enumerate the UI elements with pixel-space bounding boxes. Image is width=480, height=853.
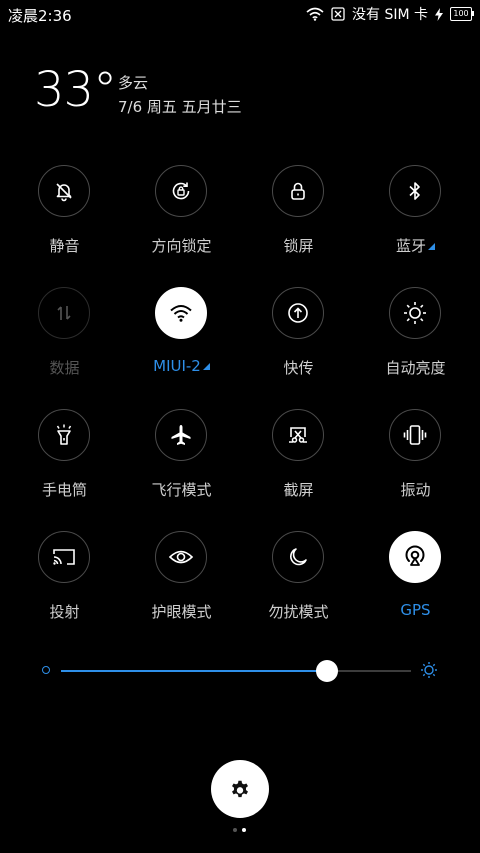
tile-bluetooth-label: 蓝牙 xyxy=(357,235,474,256)
tile-lock-screen-label: 锁屏 xyxy=(283,237,314,255)
brightness-thumb[interactable] xyxy=(316,660,338,682)
status-icons: 没有 SIM 卡 100 xyxy=(306,4,474,24)
tile-quick-transfer-label: 快传 xyxy=(283,359,314,377)
tile-vibrate-label: 振动 xyxy=(400,481,431,499)
tile-bluetooth-text: 蓝牙 xyxy=(395,237,426,255)
expand-indicator-icon[interactable] xyxy=(428,243,435,250)
tile-mobile-data-label: 数据 xyxy=(49,359,80,377)
tile-vibrate-button[interactable] xyxy=(389,409,441,461)
mobile-data-icon xyxy=(57,306,71,320)
tile-mobile-data-button[interactable] xyxy=(38,287,90,339)
status-time: 凌晨2:36 xyxy=(8,7,72,25)
cast-icon xyxy=(53,549,75,565)
weather-date: 7/6 周五 五月廿三 xyxy=(118,98,242,116)
quick-transfer-icon xyxy=(288,303,308,323)
settings-button[interactable] xyxy=(211,760,269,818)
temperature: 33° xyxy=(34,62,117,118)
page-dot[interactable] xyxy=(233,828,237,832)
eye-icon xyxy=(168,550,194,564)
lock-icon xyxy=(291,182,305,200)
tile-silent-label: 静音 xyxy=(49,237,80,255)
page-dot-active[interactable] xyxy=(242,828,246,832)
expand-indicator-icon[interactable] xyxy=(202,363,210,370)
brightness-high-icon xyxy=(420,661,438,683)
bell-off-icon xyxy=(56,183,72,202)
charging-icon xyxy=(435,7,443,21)
status-bar: 凌晨2:36 没有 SIM 卡 100 xyxy=(0,0,480,28)
tile-wifi-button[interactable] xyxy=(155,287,207,339)
page-indicator xyxy=(233,828,246,832)
brightness-track[interactable] xyxy=(61,660,411,682)
tile-auto-brightness-label: 自动亮度 xyxy=(385,359,446,377)
weather-widget[interactable]: 33° 多云 7/6 周五 五月廿三 xyxy=(34,62,242,118)
tile-auto-brightness-button[interactable] xyxy=(389,287,441,339)
tile-flashlight-button[interactable] xyxy=(38,409,90,461)
auto-brightness-icon xyxy=(404,302,426,324)
tile-rotation-lock-button[interactable] xyxy=(155,165,207,217)
brightness-low-icon xyxy=(42,666,50,674)
wifi-icon xyxy=(170,305,192,322)
tile-lock-screen-button[interactable] xyxy=(272,165,324,217)
carrier-text: 没有 SIM 卡 xyxy=(352,7,428,23)
airplane-icon xyxy=(171,425,191,445)
battery-icon: 100 xyxy=(450,7,474,21)
tile-eye-care-label: 护眼模式 xyxy=(151,603,212,621)
tile-silent-button[interactable] xyxy=(38,165,90,217)
bluetooth-icon xyxy=(409,182,420,200)
weather-condition: 多云 xyxy=(118,74,149,92)
wifi-icon xyxy=(306,7,324,21)
vibrate-icon xyxy=(403,425,427,445)
tile-flashlight-label: 手电筒 xyxy=(41,481,87,499)
tile-cast-button[interactable] xyxy=(38,531,90,583)
tile-screenshot-label: 截屏 xyxy=(283,481,314,499)
gps-icon xyxy=(405,545,425,566)
rotation-lock-icon xyxy=(172,182,190,200)
tile-airplane-mode-label: 飞行模式 xyxy=(151,481,212,499)
tile-gps-button[interactable] xyxy=(389,531,441,583)
tile-bluetooth-button[interactable] xyxy=(389,165,441,217)
tile-do-not-disturb-button[interactable] xyxy=(272,531,324,583)
tile-airplane-mode-button[interactable] xyxy=(155,409,207,461)
screenshot-icon xyxy=(289,427,307,443)
tile-wifi-label: MIUI-2 xyxy=(123,357,240,375)
brightness-slider[interactable] xyxy=(36,655,444,685)
flashlight-icon xyxy=(56,424,72,445)
brightness-fill xyxy=(61,670,327,672)
moon-icon xyxy=(290,548,307,566)
tile-do-not-disturb-label: 勿扰模式 xyxy=(268,603,329,621)
tile-eye-care-button[interactable] xyxy=(155,531,207,583)
tile-quick-transfer-button[interactable] xyxy=(272,287,324,339)
no-sim-icon xyxy=(331,7,345,21)
tile-rotation-lock-label: 方向锁定 xyxy=(151,237,212,255)
tile-gps-label: GPS xyxy=(400,601,431,619)
tile-wifi-text: MIUI-2 xyxy=(153,357,201,375)
tile-cast-label: 投射 xyxy=(49,603,80,621)
tile-screenshot-button[interactable] xyxy=(272,409,324,461)
gear-icon xyxy=(232,780,248,798)
